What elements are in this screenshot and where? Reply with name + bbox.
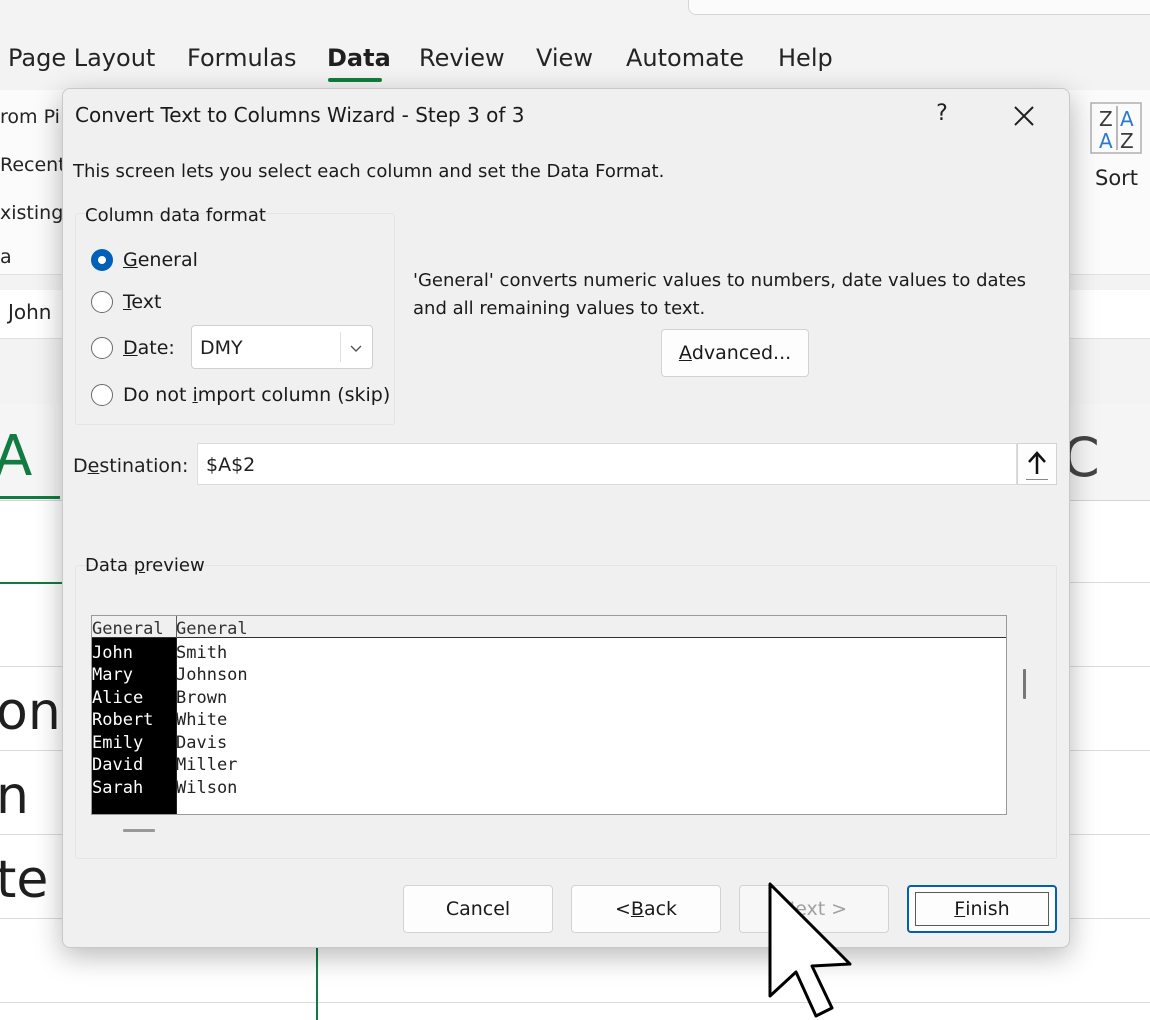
- ribbon-data-item[interactable]: a: [0, 246, 12, 268]
- collapse-dialog-button[interactable]: [1017, 443, 1057, 485]
- sort-label[interactable]: Sort: [1095, 166, 1138, 190]
- cell-text[interactable]: on: [0, 682, 61, 742]
- radio-text-indicator[interactable]: [91, 291, 113, 313]
- chevron-down-icon[interactable]: [346, 338, 366, 358]
- name-box[interactable]: John: [8, 300, 52, 324]
- preview-cell: Johnson: [176, 665, 248, 685]
- arrow-up-icon: [1028, 451, 1046, 474]
- cell-text[interactable]: te: [0, 850, 48, 910]
- destination-input[interactable]: $A$2: [197, 443, 1017, 485]
- radio-date-indicator[interactable]: [91, 337, 113, 359]
- radio-general-indicator[interactable]: [91, 249, 113, 271]
- tab-page-layout[interactable]: Page Layout: [8, 44, 155, 72]
- radio-skip-label: Do not import column (skip): [123, 384, 391, 406]
- selection-border: [316, 946, 318, 1020]
- button-underline: [1026, 479, 1048, 480]
- cell-text[interactable]: n: [0, 766, 29, 826]
- select-divider: [340, 332, 341, 362]
- radio-text[interactable]: Text: [91, 287, 161, 317]
- finish-focus-ring: Finish: [915, 892, 1049, 926]
- preview-cell: John: [92, 643, 133, 663]
- destination-label: Destination:: [73, 455, 189, 477]
- ribbon-recent-sources[interactable]: Recent: [0, 154, 66, 176]
- data-preview-table[interactable]: General General John Smith Mary Johnson …: [91, 615, 1007, 815]
- preview-cell: Mary: [92, 665, 133, 685]
- radio-date[interactable]: Date:: [91, 333, 175, 363]
- tab-formulas[interactable]: Formulas: [187, 44, 297, 72]
- gridline: [0, 1002, 1150, 1003]
- preview-cell: Davis: [176, 733, 228, 753]
- ribbon-existing-connections[interactable]: xisting: [0, 202, 63, 224]
- tab-data[interactable]: Data: [327, 44, 391, 72]
- preview-cell: Robert: [92, 710, 154, 730]
- column-format-label: Column data format: [85, 205, 266, 226]
- mouse-cursor-icon: [768, 882, 852, 1018]
- svg-text:Z: Z: [1120, 129, 1134, 153]
- data-preview-label: Data preview: [85, 555, 205, 576]
- ribbon-from-picture[interactable]: rom Pi: [0, 106, 60, 128]
- radio-text-label: Text: [123, 291, 162, 313]
- preview-horizontal-scrollbar[interactable]: [123, 829, 155, 832]
- sort-icon[interactable]: Z A A Z: [1090, 102, 1142, 154]
- svg-text:A: A: [1099, 129, 1113, 153]
- radio-general[interactable]: General: [91, 245, 198, 275]
- preview-cell: Alice: [92, 688, 144, 708]
- radio-skip-indicator[interactable]: [91, 384, 113, 406]
- preview-cell: Sarah: [92, 778, 144, 798]
- preview-cell: Miller: [176, 755, 238, 775]
- preview-header-row: General General: [92, 616, 1006, 638]
- format-description: 'General' converts numeric values to num…: [413, 270, 1027, 319]
- active-tab-indicator: [328, 78, 382, 82]
- preview-cell: Brown: [176, 688, 228, 708]
- advanced-button[interactable]: Advanced...: [661, 329, 809, 377]
- preview-cell: Smith: [176, 643, 228, 663]
- close-icon[interactable]: [1007, 99, 1041, 133]
- tab-view[interactable]: View: [536, 44, 593, 72]
- preview-cell: White: [176, 710, 228, 730]
- date-format-value: DMY: [200, 337, 243, 359]
- dialog-title: Convert Text to Columns Wizard - Step 3 …: [75, 103, 525, 127]
- intro-text: This screen lets you select each column …: [73, 161, 665, 182]
- radio-date-label: Date:: [123, 337, 175, 359]
- column-a-header[interactable]: A: [0, 424, 32, 489]
- radio-skip[interactable]: Do not import column (skip): [91, 380, 390, 410]
- finish-button[interactable]: Finish: [907, 885, 1057, 933]
- preview-cell: Wilson: [176, 778, 238, 798]
- selection-edge: [0, 582, 62, 584]
- date-format-select[interactable]: DMY: [191, 325, 373, 369]
- preview-vertical-scrollbar[interactable]: [1023, 669, 1026, 699]
- back-button[interactable]: < Back: [571, 885, 721, 933]
- ribbon-tabs: Page Layout Formulas Data Review View Au…: [0, 38, 1150, 84]
- svg-text:Z: Z: [1099, 107, 1113, 131]
- search-box[interactable]: [688, 0, 1150, 15]
- tab-automate[interactable]: Automate: [626, 44, 744, 72]
- tab-review[interactable]: Review: [419, 44, 505, 72]
- preview-column-header-2[interactable]: General: [176, 620, 248, 638]
- svg-text:A: A: [1120, 107, 1134, 131]
- radio-general-label: General: [123, 249, 198, 271]
- preview-cell: Emily: [92, 733, 144, 753]
- help-button[interactable]: ?: [929, 101, 955, 126]
- preview-column-header-1[interactable]: General: [92, 620, 164, 638]
- tab-help[interactable]: Help: [778, 44, 833, 72]
- preview-cell: David: [92, 755, 144, 775]
- text-to-columns-dialog: Convert Text to Columns Wizard - Step 3 …: [62, 88, 1070, 948]
- destination-value: $A$2: [206, 454, 256, 476]
- cancel-button[interactable]: Cancel: [403, 885, 553, 933]
- column-a-selection: [0, 496, 60, 499]
